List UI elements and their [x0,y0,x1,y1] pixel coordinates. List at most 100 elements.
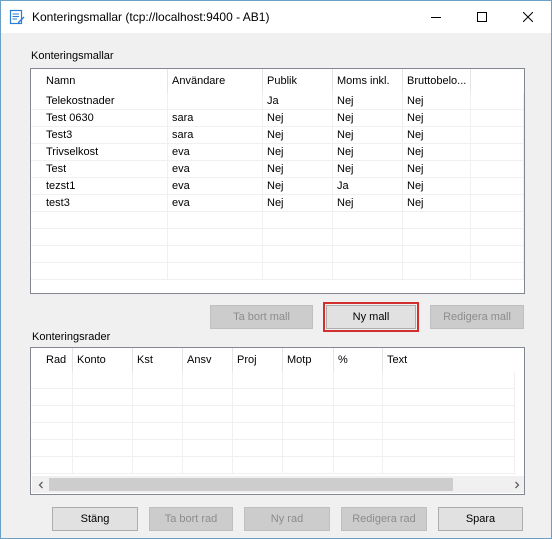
table-cell [31,406,73,423]
table-cell [471,178,524,195]
close-window-button[interactable] [505,1,551,33]
table-cell: Test3 [31,127,168,144]
window-title: Konteringsmallar (tcp://localhost:9400 -… [32,10,270,24]
column-header-konto[interactable]: Konto [73,348,133,372]
table-row[interactable]: Test3 sara Nej Nej Nej [31,127,524,144]
table-cell [31,246,168,263]
empty-row [31,457,515,474]
table-cell [403,263,471,280]
column-header-text[interactable]: Text [383,348,515,372]
table-cell [233,406,283,423]
maximize-button[interactable] [459,1,505,33]
table-cell [283,440,334,457]
table-cell [133,372,183,389]
table-cell [403,212,471,229]
title-bar[interactable]: Konteringsmallar (tcp://localhost:9400 -… [1,1,551,33]
table-cell: Nej [403,127,471,144]
table-cell [383,389,515,406]
table-cell [283,372,334,389]
table-cell [471,144,524,161]
table-cell [183,372,233,389]
table-cell [31,457,73,474]
column-header-motp[interactable]: Motp [283,348,334,372]
empty-row [31,406,515,423]
table-cell: Nej [263,195,333,212]
column-header-bruttobelopp[interactable]: Bruttobelo... [403,69,471,93]
posting-rows-list[interactable]: Rad Konto Kst Ansv Proj Motp % Text [30,347,525,495]
scroll-left-button[interactable] [32,476,49,493]
table-cell [233,389,283,406]
table-cell [133,406,183,423]
close-icon [523,12,533,22]
templates-list-rows: Telekostnader Ja Nej Nej Test 0630 sara Nej Nej… [31,93,524,280]
table-cell [471,263,524,280]
table-cell: Ja [333,178,403,195]
table-cell [73,372,133,389]
table-cell [233,423,283,440]
column-header-publik[interactable]: Publik [263,69,333,93]
table-cell: Nej [333,110,403,127]
scroll-right-button[interactable] [508,476,524,493]
table-row[interactable]: Test eva Nej Nej Nej [31,161,524,178]
table-cell [168,229,263,246]
remove-template-button[interactable]: Ta bort mall [210,305,313,329]
table-row[interactable]: tezst1 eva Nej Ja Nej [31,178,524,195]
table-cell [168,212,263,229]
templates-list[interactable]: Namn Användare Publik Moms inkl. Bruttob… [30,68,525,294]
column-header-ansv[interactable]: Ansv [183,348,233,372]
table-cell [383,440,515,457]
table-cell: Test [31,161,168,178]
table-cell [383,406,515,423]
table-cell [168,246,263,263]
column-header-moms[interactable]: Moms inkl. [333,69,403,93]
table-cell [334,372,383,389]
minimize-button[interactable] [413,1,459,33]
table-cell [403,229,471,246]
column-header-percent[interactable]: % [334,348,383,372]
table-cell [133,423,183,440]
edit-template-button[interactable]: Redigera mall [430,305,524,329]
edit-row-button[interactable]: Redigera rad [341,507,427,531]
table-cell [263,246,333,263]
scroll-thumb[interactable] [49,478,453,491]
chevron-left-icon [37,478,45,492]
table-cell: Nej [333,144,403,161]
table-cell [471,212,524,229]
table-cell: sara [168,127,263,144]
column-header-proj[interactable]: Proj [233,348,283,372]
table-cell [31,440,73,457]
table-cell: Nej [333,195,403,212]
horizontal-scrollbar[interactable] [32,476,524,493]
table-cell [183,457,233,474]
table-cell [263,263,333,280]
table-row[interactable]: Test 0630 sara Nej Nej Nej [31,110,524,127]
rows-group-label: Konteringsrader [32,331,111,343]
save-button[interactable]: Spara [438,507,523,531]
table-cell: test3 [31,195,168,212]
column-header-anvandare[interactable]: Användare [168,69,263,93]
table-cell [73,423,133,440]
remove-row-button[interactable]: Ta bort rad [149,507,233,531]
column-header-kst[interactable]: Kst [133,348,183,372]
table-cell [31,212,168,229]
new-template-button[interactable]: Ny mall [323,302,419,332]
dialog-body: Konteringsmallar Namn Användare Publik M… [1,33,551,538]
table-cell [73,389,133,406]
close-button[interactable]: Stäng [52,507,138,531]
table-cell [283,406,334,423]
table-cell [283,457,334,474]
table-cell: tezst1 [31,178,168,195]
column-header-namn[interactable]: Namn [31,69,168,93]
app-window: Konteringsmallar (tcp://localhost:9400 -… [0,0,552,539]
table-cell [183,389,233,406]
table-cell [383,372,515,389]
new-row-button[interactable]: Ny rad [244,507,330,531]
empty-row [31,212,524,229]
table-row[interactable]: Trivselkost eva Nej Nej Nej [31,144,524,161]
table-cell [183,423,233,440]
table-row[interactable]: Telekostnader Ja Nej Nej [31,93,524,110]
table-cell [471,229,524,246]
table-cell [133,457,183,474]
table-row[interactable]: test3 eva Nej Nej Nej [31,195,524,212]
column-header-rad[interactable]: Rad [31,348,73,372]
